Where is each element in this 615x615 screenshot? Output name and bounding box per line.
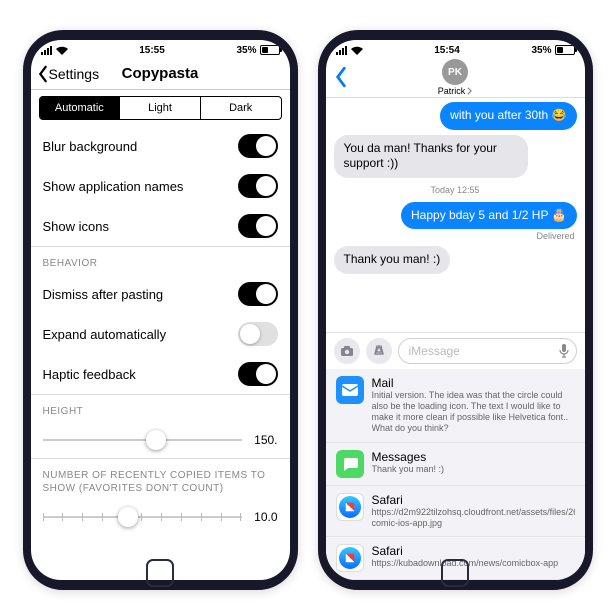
safari-icon — [336, 493, 364, 521]
toggle-haptic-feedback[interactable] — [238, 362, 278, 386]
safari-icon — [336, 544, 364, 572]
row-show-icons: Show icons — [31, 206, 290, 246]
chevron-left-icon — [334, 66, 348, 88]
segment-automatic[interactable]: Automatic — [40, 97, 121, 119]
clip-subtitle: https://d2m922tilzohsq.cloudfront.net/as… — [372, 507, 575, 530]
toggle-show-icons[interactable] — [238, 214, 278, 238]
battery-percent: 35% — [531, 45, 551, 56]
phone-left: 15:55 35% Settings Copypasta Automatic L… — [23, 30, 298, 590]
message-in[interactable]: You da man! Thanks for your support :)) — [334, 135, 528, 178]
microphone-icon[interactable] — [558, 343, 570, 359]
row-dismiss-after-pasting: Dismiss after pasting — [31, 274, 290, 314]
count-value: 10.0 — [250, 510, 278, 524]
count-slider[interactable] — [43, 505, 242, 529]
message-out[interactable]: with you after 30th 😂 — [440, 102, 576, 130]
section-header-behavior: BEHAVIOR — [31, 246, 290, 274]
home-button[interactable] — [146, 559, 174, 587]
back-button[interactable] — [334, 66, 348, 93]
conversation-header: PK Patrick — [326, 58, 585, 98]
page-title: Copypasta — [122, 65, 199, 82]
home-button[interactable] — [441, 559, 469, 587]
contact-avatar[interactable]: PK — [442, 59, 468, 85]
contact-name[interactable]: Patrick — [438, 86, 473, 96]
message-input-bar: iMessage — [326, 332, 585, 369]
height-slider[interactable] — [43, 428, 242, 452]
row-blur-background: Blur background — [31, 126, 290, 166]
messages-icon — [336, 450, 364, 478]
row-label: Haptic feedback — [43, 367, 136, 382]
row-haptic-feedback: Haptic feedback — [31, 354, 290, 394]
clip-subtitle: https://kubadownload.com/news/comicbox-a… — [372, 558, 575, 569]
signal-icon — [41, 46, 52, 55]
screen-right: 15:54 35% PK Patrick with you after 30th… — [326, 40, 585, 580]
clipboard-panel: Mail Initial version. The idea was that … — [326, 369, 585, 581]
status-bar: 15:55 35% — [31, 40, 290, 58]
chevron-left-icon — [37, 65, 49, 83]
contact-name-label: Patrick — [438, 86, 466, 96]
nav-bar: Settings Copypasta — [31, 58, 290, 90]
status-time: 15:55 — [139, 45, 165, 56]
wifi-icon — [351, 46, 363, 55]
toggle-expand-automatically[interactable] — [238, 322, 278, 346]
appstore-button[interactable] — [366, 338, 392, 364]
row-label: Expand automatically — [43, 327, 167, 342]
clip-title: Messages — [372, 450, 575, 464]
appstore-icon — [372, 344, 386, 358]
clip-title: Safari — [372, 493, 575, 507]
segment-light[interactable]: Light — [120, 97, 201, 119]
row-show-app-names: Show application names — [31, 166, 290, 206]
clip-subtitle: Thank you man! :) — [372, 464, 575, 475]
mail-icon — [336, 376, 364, 404]
status-time: 15:54 — [434, 45, 460, 56]
slider-row-height: 150. — [31, 422, 290, 458]
toggle-blur-background[interactable] — [238, 134, 278, 158]
wifi-icon — [56, 46, 68, 55]
height-value: 150. — [250, 433, 278, 447]
clip-subtitle: Initial version. The idea was that the c… — [372, 390, 575, 435]
phone-right: 15:54 35% PK Patrick with you after 30th… — [318, 30, 593, 590]
toggle-show-app-names[interactable] — [238, 174, 278, 198]
slider-row-count: 10.0 — [31, 499, 290, 535]
message-in[interactable]: Thank you man! :) — [334, 246, 451, 274]
row-label: Dismiss after pasting — [43, 287, 164, 302]
back-button[interactable]: Settings — [37, 65, 100, 83]
clip-title: Safari — [372, 544, 575, 558]
segment-dark[interactable]: Dark — [201, 97, 281, 119]
message-list[interactable]: with you after 30th 😂 You da man! Thanks… — [326, 98, 585, 332]
clip-item-safari[interactable]: Safari https://d2m922tilzohsq.cloudfront… — [326, 486, 585, 538]
chevron-right-icon — [467, 87, 472, 95]
back-label: Settings — [49, 66, 100, 82]
row-expand-automatically: Expand automatically — [31, 314, 290, 354]
row-label: Blur background — [43, 139, 138, 154]
toggle-dismiss-after-pasting[interactable] — [238, 282, 278, 306]
section-header-count: NUMBER OF RECENTLY COPIED ITEMS TO SHOW … — [31, 458, 290, 499]
clip-item-messages[interactable]: Messages Thank you man! :) — [326, 443, 585, 486]
message-input[interactable]: iMessage — [398, 338, 577, 364]
row-label: Show icons — [43, 219, 109, 234]
theme-segmented-control[interactable]: Automatic Light Dark — [39, 96, 282, 120]
screen-left: 15:55 35% Settings Copypasta Automatic L… — [31, 40, 290, 580]
status-bar: 15:54 35% — [326, 40, 585, 58]
battery-icon — [260, 45, 280, 55]
delivered-label: Delivered — [536, 231, 574, 241]
row-label: Show application names — [43, 179, 184, 194]
section-header-height: HEIGHT — [31, 394, 290, 422]
battery-icon — [555, 45, 575, 55]
signal-icon — [336, 46, 347, 55]
timestamp: Today 12:55 — [334, 185, 577, 195]
clip-item-mail[interactable]: Mail Initial version. The idea was that … — [326, 369, 585, 443]
placeholder: iMessage — [409, 344, 460, 358]
message-out[interactable]: Happy bday 5 and 1/2 HP 🎂 — [401, 202, 576, 230]
clip-title: Mail — [372, 376, 575, 390]
battery-percent: 35% — [236, 45, 256, 56]
camera-button[interactable] — [334, 338, 360, 364]
camera-icon — [340, 345, 354, 357]
